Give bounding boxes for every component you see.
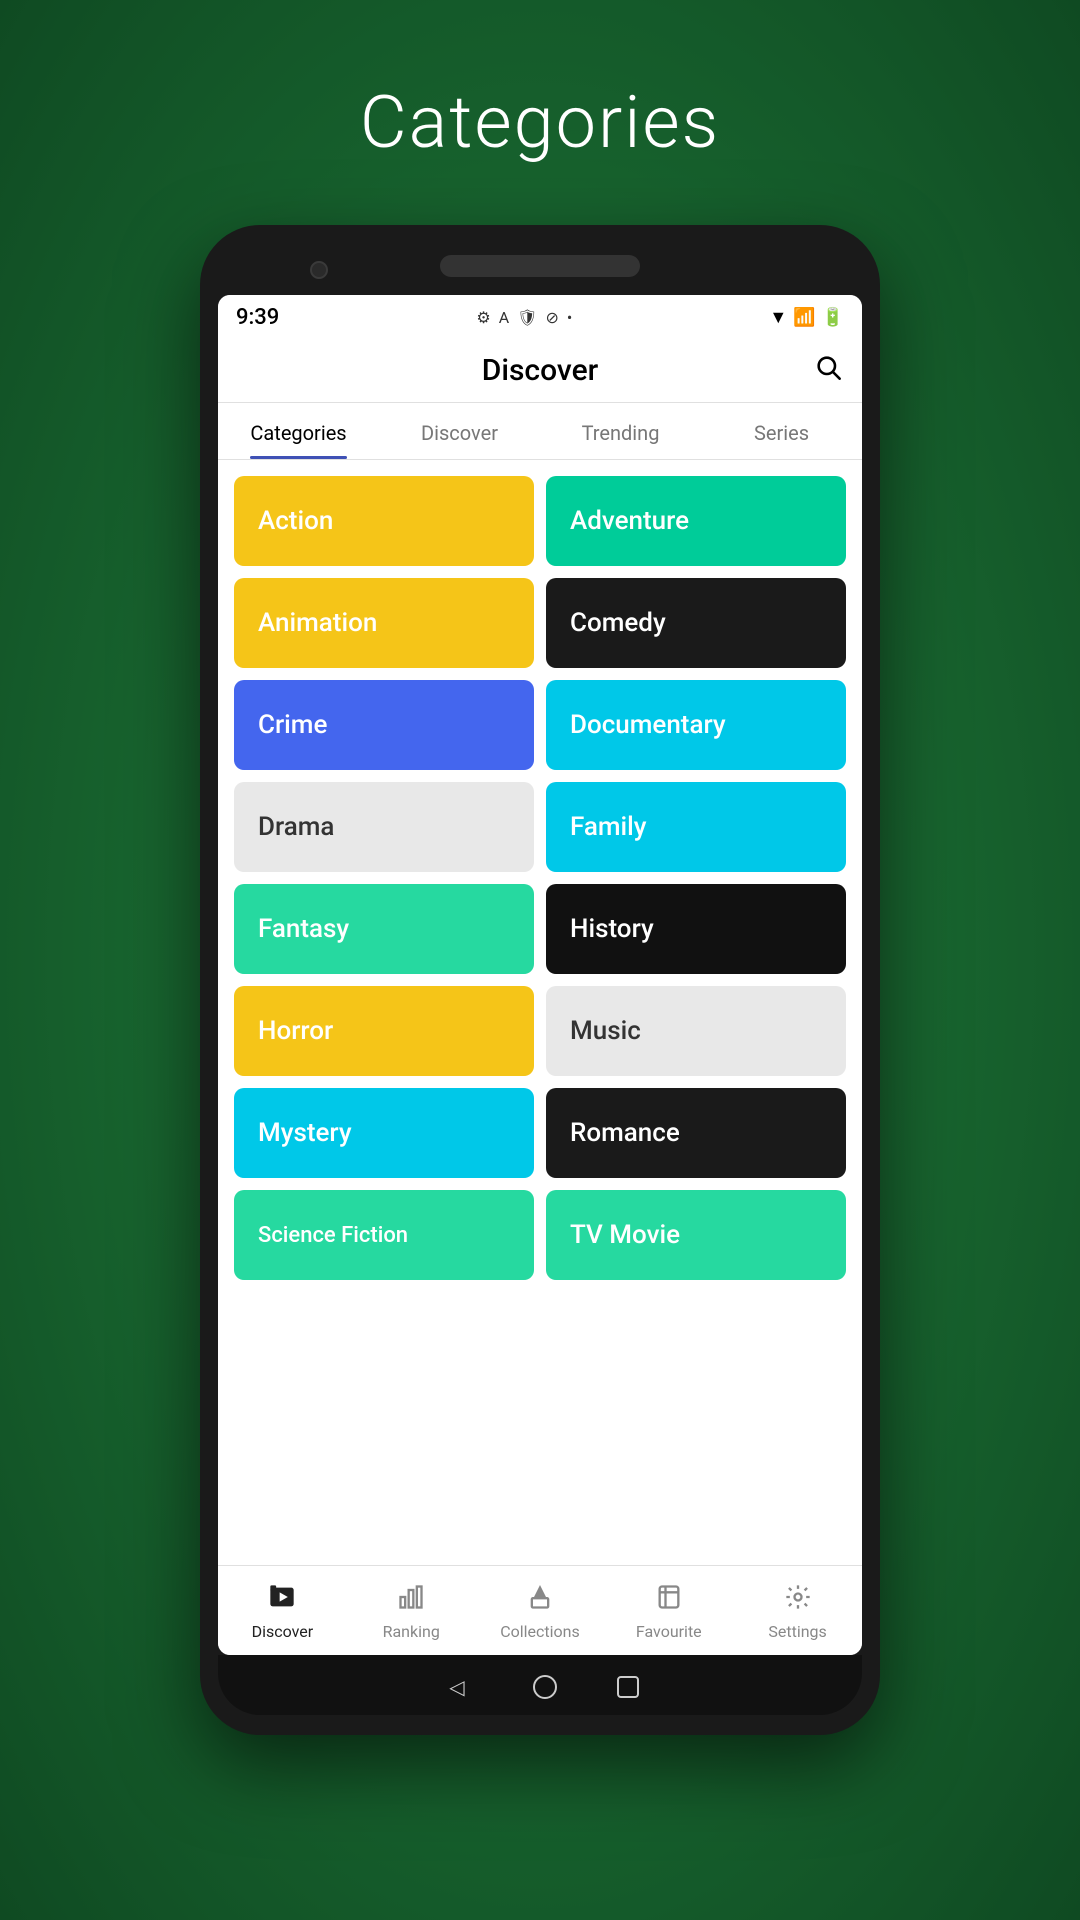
collections-nav-icon (526, 1583, 554, 1618)
tab-categories[interactable]: Categories (218, 403, 379, 459)
phone-screen: 9:39 ⚙ A 🛡 ⊘ • ▼ 📶 🔋 Discover (218, 295, 862, 1655)
tab-trending[interactable]: Trending (540, 403, 701, 459)
category-animation[interactable]: Animation (234, 578, 534, 668)
status-right-icons: ▼ 📶 🔋 (769, 307, 844, 328)
settings-nav-label: Settings (768, 1622, 826, 1641)
category-documentary[interactable]: Documentary (546, 680, 846, 770)
wifi-icon: ▼ (769, 307, 787, 328)
dot-icon: • (567, 308, 572, 327)
page-title: Categories (360, 80, 720, 165)
battery-icon: 🔋 (822, 307, 844, 328)
category-comedy[interactable]: Comedy (546, 578, 846, 668)
phone-speaker (440, 255, 640, 277)
collections-nav-label: Collections (500, 1622, 580, 1641)
category-fantasy[interactable]: Fantasy (234, 884, 534, 974)
status-icons: ⚙ A 🛡 ⊘ • (476, 308, 572, 327)
ranking-nav-icon (397, 1583, 425, 1618)
nav-settings[interactable]: Settings (733, 1576, 862, 1647)
category-romance[interactable]: Romance (546, 1088, 846, 1178)
search-icon[interactable] (814, 353, 842, 388)
favourite-nav-label: Favourite (636, 1622, 702, 1641)
tab-series[interactable]: Series (701, 403, 862, 459)
categories-container: Action Adventure Animation Comedy Crime … (218, 460, 862, 1565)
nav-collections[interactable]: Collections (476, 1576, 605, 1647)
shield-icon: 🛡 (517, 308, 537, 327)
phone-bottom-bar: ◁ (218, 1655, 862, 1715)
status-time: 9:39 (236, 305, 279, 330)
gear-icon: ⚙ (476, 308, 490, 327)
signal-icon: 📶 (793, 307, 815, 328)
settings-nav-icon (784, 1583, 812, 1618)
recents-button[interactable] (617, 1676, 639, 1698)
category-tv-movie[interactable]: TV Movie (546, 1190, 846, 1280)
phone-device: 9:39 ⚙ A 🛡 ⊘ • ▼ 📶 🔋 Discover (200, 225, 880, 1735)
nav-ranking[interactable]: Ranking (347, 1576, 476, 1647)
category-music[interactable]: Music (546, 986, 846, 1076)
category-horror[interactable]: Horror (234, 986, 534, 1076)
category-crime[interactable]: Crime (234, 680, 534, 770)
app-bar-title: Discover (482, 353, 599, 388)
status-bar: 9:39 ⚙ A 🛡 ⊘ • ▼ 📶 🔋 (218, 295, 862, 339)
bottom-nav: Discover Ranking (218, 1565, 862, 1655)
discover-nav-label: Discover (252, 1622, 314, 1641)
tab-bar: Categories Discover Trending Series (218, 403, 862, 460)
category-adventure[interactable]: Adventure (546, 476, 846, 566)
category-mystery[interactable]: Mystery (234, 1088, 534, 1178)
discover-nav-icon (268, 1583, 296, 1618)
favourite-nav-icon (655, 1583, 683, 1618)
a-icon: A (499, 308, 509, 327)
category-family[interactable]: Family (546, 782, 846, 872)
categories-grid: Action Adventure Animation Comedy Crime … (234, 476, 846, 1280)
ban-icon: ⊘ (545, 308, 558, 327)
phone-camera (310, 261, 328, 279)
back-button[interactable]: ◁ (441, 1671, 473, 1703)
ranking-nav-label: Ranking (383, 1622, 440, 1641)
category-history[interactable]: History (546, 884, 846, 974)
category-science-fiction[interactable]: Science Fiction (234, 1190, 534, 1280)
nav-discover[interactable]: Discover (218, 1576, 347, 1647)
category-drama[interactable]: Drama (234, 782, 534, 872)
home-button[interactable] (533, 1675, 557, 1699)
nav-favourite[interactable]: Favourite (604, 1576, 733, 1647)
app-bar: Discover (218, 339, 862, 403)
tab-discover[interactable]: Discover (379, 403, 540, 459)
category-action[interactable]: Action (234, 476, 534, 566)
